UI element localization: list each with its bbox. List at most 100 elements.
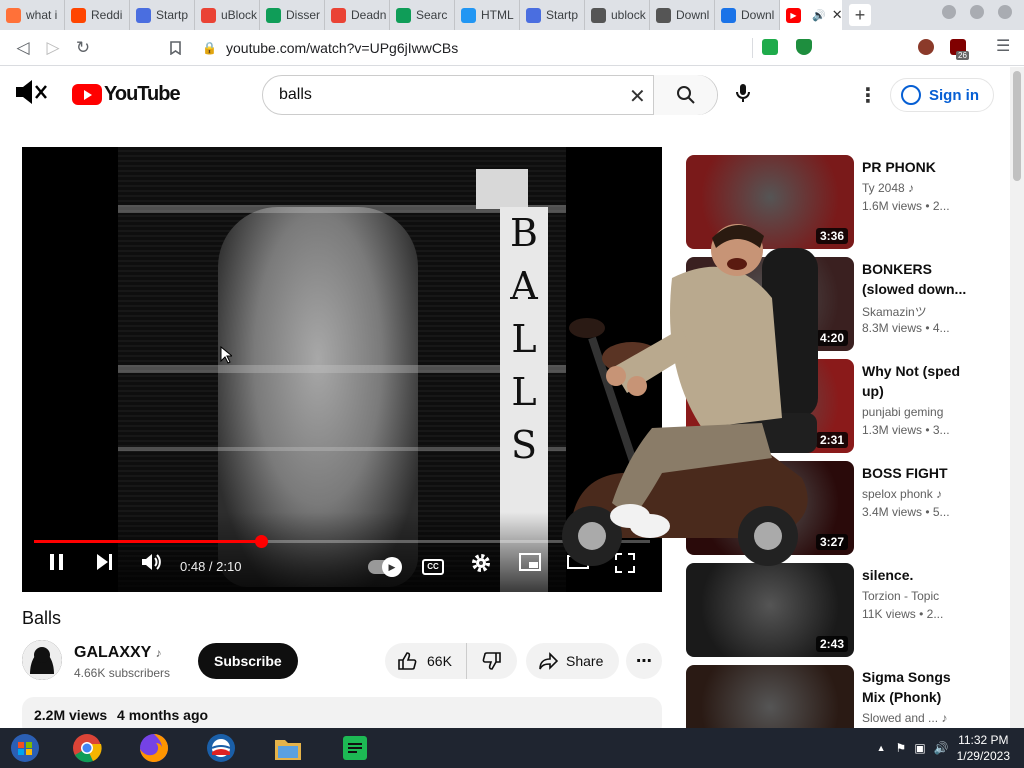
recommended-title[interactable]: Why Not (sped up) xyxy=(862,361,972,401)
more-actions-button[interactable]: ⋯ xyxy=(626,643,662,679)
tray-expand-icon[interactable]: ▲ xyxy=(877,743,886,753)
profile-extension-icon[interactable] xyxy=(918,39,934,55)
volume-button[interactable] xyxy=(140,552,162,577)
settings-button[interactable] xyxy=(470,552,492,579)
browser-tab[interactable]: what i xyxy=(0,0,65,30)
channel-name[interactable]: GALAXXY ♪ xyxy=(74,644,162,662)
extension-green-icon[interactable] xyxy=(762,39,778,55)
recommended-stats: 1.3M views • 3... xyxy=(862,423,950,437)
tab-youtube-active[interactable]: ▶ 🔊 ✕ xyxy=(780,0,842,30)
more-options-icon[interactable]: ⋮ xyxy=(858,83,878,108)
recommended-video[interactable]: 2:43 silence. Torzion - Topic 11K views • 2… xyxy=(686,563,1006,659)
microphone-icon xyxy=(736,84,750,102)
url-text[interactable]: youtube.com/watch?v=UPg6jIwwCBs xyxy=(226,40,458,56)
back-button[interactable]: ◁ xyxy=(8,33,38,63)
windows-start-icon[interactable] xyxy=(9,732,41,764)
recommended-channel[interactable]: spelox phonk ♪ xyxy=(862,487,942,501)
recommended-channel[interactable]: Skamazinツ xyxy=(862,303,927,320)
title-line: Sigma Songs xyxy=(862,669,951,685)
maximize-button[interactable] xyxy=(970,5,984,19)
pause-button[interactable] xyxy=(48,552,66,577)
youtube-logo[interactable]: YouTube xyxy=(72,83,181,106)
file-explorer-icon[interactable] xyxy=(272,732,304,764)
volume-tray-icon[interactable]: 🔊 xyxy=(934,741,949,755)
reload-button[interactable]: ↻ xyxy=(68,33,98,63)
action-center-flag-icon[interactable]: ⚑ xyxy=(896,741,907,755)
bookmark-button[interactable] xyxy=(160,33,190,63)
obama-campaign-icon[interactable] xyxy=(205,732,237,764)
autoplay-toggle[interactable]: ▶ xyxy=(368,557,402,577)
voice-search-button[interactable] xyxy=(736,83,750,108)
page-scrollbar[interactable] xyxy=(1010,67,1024,728)
browser-tab[interactable]: Searc xyxy=(390,0,455,30)
share-button[interactable]: Share xyxy=(526,643,620,679)
search-button[interactable] xyxy=(653,75,717,115)
forward-button[interactable]: ▷ xyxy=(38,33,68,63)
thumbs-down-icon xyxy=(482,652,501,670)
recommended-title[interactable]: BOSS FIGHT xyxy=(862,463,972,483)
sign-in-label: Sign in xyxy=(929,86,979,104)
clear-search-icon[interactable]: ✕ xyxy=(629,84,646,109)
chrome-icon[interactable] xyxy=(71,732,103,764)
network-icon[interactable]: ▣ xyxy=(914,741,925,755)
like-count: 66K xyxy=(427,653,452,669)
spotify-like-icon[interactable] xyxy=(339,732,371,764)
more-horizontal-icon: ⋯ xyxy=(636,653,652,670)
close-tab-icon[interactable]: ✕ xyxy=(832,7,842,23)
browser-tab[interactable]: ublock xyxy=(585,0,650,30)
tab-label: Deadn xyxy=(351,8,387,22)
recommended-title[interactable]: silence. xyxy=(862,565,972,585)
youtube-wordmark: YouTube xyxy=(104,83,181,105)
browser-tab[interactable]: Startp xyxy=(130,0,195,30)
scrollbar-thumb[interactable] xyxy=(1013,71,1021,181)
next-button[interactable] xyxy=(94,552,114,577)
channel-avatar[interactable] xyxy=(22,640,62,680)
close-window-button[interactable] xyxy=(998,5,1012,19)
firefox-icon[interactable] xyxy=(138,732,170,764)
browser-tab[interactable]: uBlock xyxy=(195,0,260,30)
url-bar[interactable]: 🔒 youtube.com/watch?v=UPg6jIwwCBs xyxy=(202,35,822,61)
tab-favicon-icon xyxy=(136,7,151,23)
recommended-channel[interactable]: Slowed and ... ♪ xyxy=(862,711,947,725)
speaker-icon[interactable]: 🔊 xyxy=(812,9,826,22)
browser-tab[interactable]: Deadn xyxy=(325,0,390,30)
tab-favicon-icon xyxy=(201,7,216,23)
captions-button[interactable]: CC xyxy=(422,559,444,575)
browser-tab[interactable]: Reddi xyxy=(65,0,130,30)
tab-label: what i xyxy=(26,8,58,22)
clock[interactable]: 11:32 PM 1/29/2023 xyxy=(957,732,1010,764)
recommended-title[interactable]: PR PHONK xyxy=(862,157,972,177)
recommended-title[interactable]: Sigma Songs Mix (Phonk) xyxy=(862,667,972,707)
new-tab-button[interactable]: + xyxy=(846,0,874,30)
progress-fill xyxy=(34,540,262,543)
subscribe-button[interactable]: Subscribe xyxy=(198,643,298,679)
browser-tab-strip: what i Reddi Startp uBlock Disser Deadn Searc H… xyxy=(0,0,1024,30)
lock-icon: 🔒 xyxy=(202,41,217,55)
browser-tab[interactable]: Downl xyxy=(715,0,780,30)
browser-menu-icon[interactable]: ☰ xyxy=(996,36,1010,56)
share-icon xyxy=(539,652,558,670)
browser-tab[interactable]: HTML xyxy=(455,0,520,30)
tab-label: Startp xyxy=(156,8,189,22)
video-thumbnail[interactable]: 2:43 xyxy=(686,563,854,657)
browser-tab[interactable]: Startp xyxy=(520,0,585,30)
search-input[interactable] xyxy=(279,86,609,104)
system-tray: ▲ ⚑ ▣ 🔊 11:32 PM 1/29/2023 xyxy=(877,728,1024,768)
dislike-button[interactable] xyxy=(467,643,517,679)
browser-tab[interactable]: Disser xyxy=(260,0,325,30)
channel-text: Ty 2048 xyxy=(862,181,905,195)
minimize-button[interactable] xyxy=(942,5,956,19)
recommended-channel[interactable]: Ty 2048 ♪ xyxy=(862,181,914,195)
recommended-channel[interactable]: Torzion - Topic xyxy=(862,589,939,603)
music-note-icon: ♪ xyxy=(938,711,948,725)
channel-name-text[interactable]: GALAXXY xyxy=(74,644,151,661)
music-note-icon: ♪ xyxy=(155,646,162,660)
recommended-channel[interactable]: punjabi geming xyxy=(862,405,943,419)
browser-tab[interactable]: Downl xyxy=(650,0,715,30)
sign-in-button[interactable]: Sign in xyxy=(890,78,994,112)
like-button[interactable]: 66K xyxy=(385,643,467,679)
windows-taskbar: ▲ ⚑ ▣ 🔊 11:32 PM 1/29/2023 xyxy=(0,728,1024,768)
recommended-title[interactable]: BONKERS (slowed down... xyxy=(862,259,972,299)
extension-shield-icon[interactable] xyxy=(796,39,812,55)
clock-date: 1/29/2023 xyxy=(956,749,1010,763)
